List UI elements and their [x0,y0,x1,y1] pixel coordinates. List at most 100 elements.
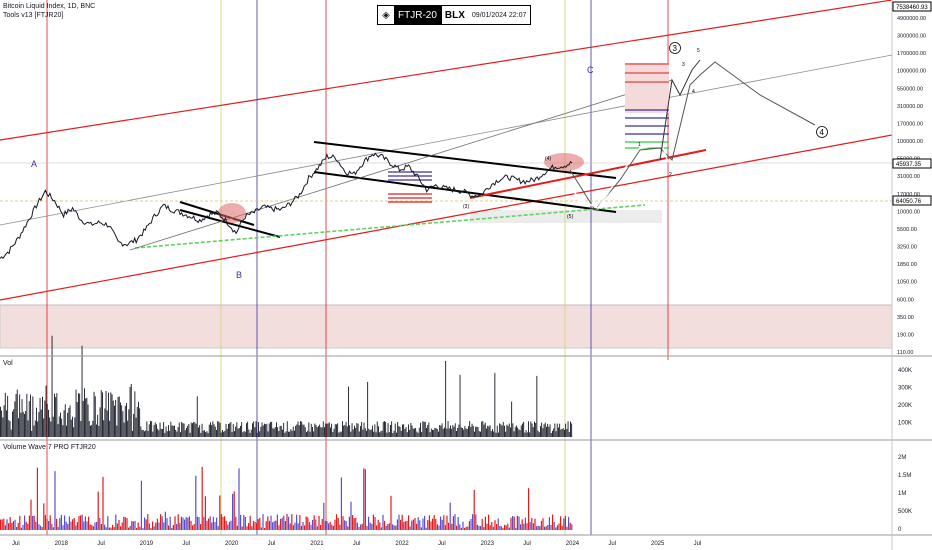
wave-bar [318,516,320,530]
volume-bar [62,425,64,437]
volume-bar [326,423,328,437]
volume-bar [93,391,95,437]
wave-bar [534,518,536,530]
volume-bar [516,425,517,437]
volume-bar [230,422,232,437]
wave-bar [406,521,408,530]
wave-bar [51,523,53,530]
wave-bar [384,520,386,530]
wave-bar [203,517,205,530]
badge-date: 09/01/2024 22:07 [471,11,527,19]
volume-bar [337,423,339,437]
wave-bar [272,522,274,530]
volume-bar [216,430,217,437]
wave-bar [230,520,232,530]
volume-bar [433,429,435,437]
volume-bar [468,426,469,437]
wave-bar [312,519,314,530]
volume-bar [76,402,78,437]
volume-bar [327,423,329,437]
wave-bar [328,523,330,530]
volume-bar [234,431,235,437]
wave-bar [300,525,302,530]
volume-bar [385,422,387,437]
volume-bar [405,427,407,437]
wave-bar [491,522,493,530]
wave-bar [72,519,74,530]
wave-bar [219,495,221,530]
volume-bar [88,421,90,437]
volume-bar [160,428,162,437]
wave-bar [129,525,131,530]
volume-bar [116,425,118,437]
wave-bar [408,515,410,530]
volume-bar [6,410,7,437]
wave-bar [443,515,445,530]
wave-bar [299,515,301,530]
volume-bar [94,396,96,437]
volume-bar [226,428,228,437]
wave-bar [76,522,78,530]
symbol-badge[interactable]: ◈ FTJR-20 BLX 09/01/2024 22:07 [377,5,532,25]
chart-canvas[interactable]: 110.00190.00350.00600.001050.001850.0032… [0,0,932,550]
wave-bar [36,467,38,530]
volume-bar [171,425,173,437]
wave-bar [302,522,304,530]
wave-bar [240,514,242,530]
volume-bar [111,394,113,437]
volume-bar [190,422,192,437]
wave-label-B: B [236,270,242,280]
volume-bar [96,424,97,437]
volume-bar [78,393,79,437]
volume-bar [500,424,502,437]
wave-bar [297,523,299,530]
wave-bar [502,527,504,530]
volume-bar [549,424,551,437]
volume-bar [36,407,37,437]
volume-bar [228,424,229,437]
wave-bar [24,515,26,530]
wave-bar [179,523,181,530]
wave-bar [558,523,560,530]
volume-bar [409,429,411,437]
wave-bar [126,518,128,530]
volume-bar [380,431,382,437]
wave-bar [385,526,387,530]
volume-bar [295,425,297,437]
volume-bar [279,425,281,437]
volume-bar [553,428,555,437]
volume-bar [390,425,391,437]
volume-bar [163,422,165,437]
wave-bar [184,519,186,530]
volume-bar [428,422,430,437]
wave-bar [142,528,144,530]
volume-bar [262,425,264,437]
wave-bar [148,523,150,530]
volume-bar [126,403,127,437]
wave-bar [428,515,430,530]
volume-bar [268,423,270,437]
wave-bar [289,523,291,530]
wave-bar [9,517,11,530]
volume-bar [256,432,258,437]
volume-bar [340,431,342,437]
volume-bar [512,423,514,437]
volume-bar [318,426,319,437]
wave-bar [86,521,88,530]
volume-bar [518,429,520,437]
wave-bar [115,514,117,530]
wave-bar [70,521,72,530]
volume-bar [350,431,352,437]
volume-bar [369,430,371,437]
volume-bar [146,421,148,437]
volume-bar [306,432,307,437]
wave-bar [67,523,69,530]
volume-bar [507,425,509,437]
volume-bar [374,424,376,437]
volume-bar [541,422,543,437]
volume-bar [342,421,343,437]
wave-bar [539,526,541,530]
volume-bar [368,428,370,437]
volume-bar [495,432,497,437]
volume-bar [46,403,48,437]
